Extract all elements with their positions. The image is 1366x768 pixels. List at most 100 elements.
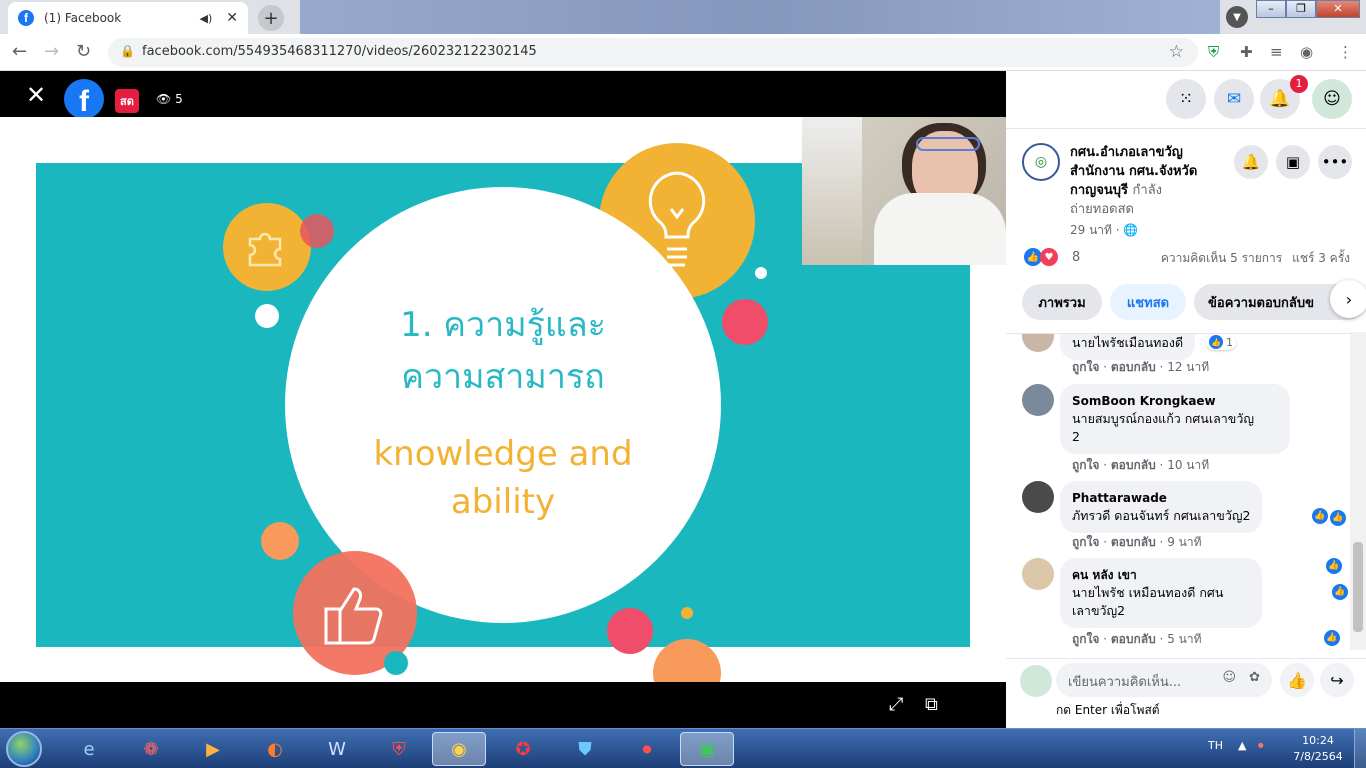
like-link[interactable]: ถูกใจ bbox=[1072, 535, 1099, 549]
tray-recorder-icon[interactable]: ⏺ bbox=[1258, 739, 1264, 753]
like-link[interactable]: ถูกใจ bbox=[1072, 632, 1099, 646]
comment-reaction[interactable]: 👍 1 bbox=[1206, 334, 1236, 350]
tray-expand-icon[interactable]: ▲ bbox=[1238, 739, 1246, 752]
picture-in-picture-icon[interactable]: ⧉ bbox=[925, 694, 938, 715]
shield-app-icon[interactable]: ⛨ bbox=[372, 732, 426, 766]
presenter-glasses bbox=[916, 137, 980, 151]
chrome-menu-icon[interactable]: ⋮ bbox=[1338, 43, 1353, 61]
account-avatar[interactable]: ☺ bbox=[1312, 79, 1352, 119]
close-video-icon[interactable]: ✕ bbox=[26, 81, 46, 109]
commenter-avatar[interactable] bbox=[1022, 558, 1054, 590]
chrome-profile-icon[interactable]: ▼ bbox=[1226, 6, 1248, 28]
shield-extension-icon[interactable]: ⛨ bbox=[1208, 43, 1219, 61]
browser-tab-facebook[interactable]: f (1) Facebook ◀) ✕ bbox=[8, 2, 248, 34]
start-button[interactable] bbox=[6, 731, 42, 767]
decor-dot bbox=[255, 304, 279, 328]
tab-close-icon[interactable]: ✕ bbox=[226, 10, 238, 26]
extensions-puzzle-icon[interactable]: ✚ bbox=[1240, 43, 1253, 61]
comments-count[interactable]: ความคิดเห็น 5 รายการ bbox=[1161, 251, 1282, 265]
messenger-icon[interactable]: ✉ bbox=[1214, 79, 1254, 119]
live-status: กำลัง bbox=[1132, 183, 1163, 198]
video-player[interactable]: ✕ f สด 👁 5 1. ความรู้และ ความสามารถ knowl… bbox=[0, 71, 1006, 728]
emoji-icon[interactable]: ☺ bbox=[1222, 670, 1236, 685]
new-tab-button[interactable]: + bbox=[258, 5, 284, 31]
word-icon[interactable]: W bbox=[310, 732, 364, 766]
tab-overview[interactable]: ภาพรวม bbox=[1022, 284, 1102, 320]
comment-placeholder: เขียนความคิดเห็น... bbox=[1068, 675, 1182, 690]
fb-top-nav: ⁙ ✉ 🔔 ☺ bbox=[1006, 71, 1366, 129]
floating-like-icon: 👍 bbox=[1312, 508, 1328, 524]
tab-live-chat[interactable]: แชทสด bbox=[1110, 284, 1186, 320]
game-app-icon[interactable]: ✪ bbox=[496, 732, 550, 766]
url-text: facebook.com/554935468311270/videos/2602… bbox=[142, 44, 537, 59]
commenter-avatar[interactable] bbox=[1022, 384, 1054, 416]
reply-link[interactable]: ตอบกลับ bbox=[1111, 632, 1156, 646]
internet-explorer-icon[interactable]: e bbox=[62, 732, 116, 766]
comment-input[interactable]: เขียนความคิดเห็น... ☺ ✿ bbox=[1056, 663, 1272, 697]
comment-composer: เขียนความคิดเห็น... ☺ ✿ กด Enter เพื่อโพ… bbox=[1006, 658, 1366, 728]
system-clock[interactable]: 10:24 7/8/2564 bbox=[1286, 733, 1350, 765]
menu-grid-icon[interactable]: ⁙ bbox=[1166, 79, 1206, 119]
commenter-name[interactable]: SomBoon Krongkaew bbox=[1072, 392, 1278, 410]
reactions-summary[interactable]: 👍 ♥ 8 bbox=[1024, 248, 1080, 266]
love-reaction-icon: ♥ bbox=[1040, 248, 1058, 266]
language-indicator[interactable]: TH bbox=[1208, 739, 1223, 752]
comments-scrollbar[interactable] bbox=[1350, 332, 1366, 650]
commenter-avatar[interactable] bbox=[1022, 334, 1054, 352]
maximize-button[interactable]: ❐ bbox=[1286, 0, 1316, 18]
reload-icon[interactable]: ↻ bbox=[76, 41, 91, 62]
firefox-icon[interactable]: ◐ bbox=[248, 732, 302, 766]
presenter-camera-overlay bbox=[802, 117, 1006, 265]
reply-link[interactable]: ตอบกลับ bbox=[1111, 458, 1156, 472]
media-player-icon[interactable]: ▶ bbox=[186, 732, 240, 766]
window-controls: – ❐ ✕ bbox=[1256, 0, 1360, 18]
post-stats: ความคิดเห็น 5 รายการ แชร์ 3 ครั้ง bbox=[1161, 249, 1350, 268]
post-time-value: 29 นาที · bbox=[1070, 223, 1120, 237]
tabs-next-chevron-icon[interactable]: › bbox=[1330, 280, 1366, 318]
screen-recorder-icon[interactable]: ⏺ bbox=[620, 732, 674, 766]
sticker-icon[interactable]: ✿ bbox=[1249, 670, 1260, 685]
scrollbar-thumb[interactable] bbox=[1353, 542, 1363, 632]
reply-link[interactable]: ตอบกลับ bbox=[1111, 535, 1156, 549]
follow-bell-icon[interactable]: 🔔 bbox=[1234, 145, 1268, 179]
floating-like-icon: 👍 bbox=[1326, 558, 1342, 574]
media-control-icon[interactable]: ≡ bbox=[1270, 43, 1283, 61]
chrome-icon[interactable]: ◉ bbox=[432, 732, 486, 766]
facebook-logo-icon[interactable]: f bbox=[64, 79, 104, 119]
more-options-icon[interactable]: ••• bbox=[1318, 145, 1352, 179]
reply-link[interactable]: ตอบกลับ bbox=[1111, 360, 1156, 374]
like-link[interactable]: ถูกใจ bbox=[1072, 458, 1099, 472]
like-link[interactable]: ถูกใจ bbox=[1072, 360, 1099, 374]
line-app-icon[interactable]: ▣ bbox=[680, 732, 734, 766]
show-desktop-button[interactable] bbox=[1354, 729, 1366, 768]
paw-app-icon[interactable]: ❁ bbox=[124, 732, 178, 766]
vpn-app-icon[interactable]: ⛊ bbox=[558, 732, 612, 766]
back-arrow-icon[interactable]: ← bbox=[12, 41, 27, 62]
comment-text: นายไพรัช เหมือนทองดี กศน bbox=[1072, 585, 1224, 600]
clock-date: 7/8/2564 bbox=[1293, 750, 1343, 763]
bookmark-star-icon[interactable]: ☆ bbox=[1169, 42, 1184, 62]
minimize-button[interactable]: – bbox=[1256, 0, 1286, 18]
profile-avatar-icon[interactable]: ◉ bbox=[1300, 43, 1313, 61]
globe-icon: 🌐 bbox=[1123, 223, 1139, 237]
fullscreen-icon[interactable]: ⤢ bbox=[889, 694, 903, 715]
live-badge: สด bbox=[115, 89, 139, 113]
forward-arrow-icon[interactable]: → bbox=[44, 41, 59, 62]
speaker-icon[interactable]: ◀) bbox=[200, 12, 213, 25]
comment-time: 5 นาที bbox=[1167, 632, 1202, 646]
shares-count[interactable]: แชร์ 3 ครั้ง bbox=[1292, 251, 1350, 265]
page-logo[interactable]: ◎ bbox=[1022, 143, 1060, 181]
send-like-icon[interactable]: 👍 bbox=[1280, 663, 1314, 697]
commenter-avatar[interactable] bbox=[1022, 481, 1054, 513]
commenter-name[interactable]: คน หลัง เขา bbox=[1072, 566, 1250, 584]
save-icon[interactable]: ▣ bbox=[1276, 145, 1310, 179]
window-close-button[interactable]: ✕ bbox=[1316, 0, 1360, 18]
commenter-name[interactable]: Phattarawade bbox=[1072, 489, 1250, 507]
lock-icon[interactable]: 🔒 bbox=[120, 44, 135, 58]
slide-thai-title: 1. ความรู้และ ความสามารถ bbox=[285, 299, 721, 403]
address-bar[interactable]: 🔒 facebook.com/554935468311270/videos/26… bbox=[108, 38, 1198, 67]
comment-actions: ถูกใจ · ตอบกลับ · 5 นาที bbox=[1072, 632, 1202, 646]
slide-line3: knowledge and bbox=[373, 434, 633, 474]
share-arrow-icon[interactable]: ↪ bbox=[1320, 663, 1354, 697]
page-name[interactable]: กศน.อำเภอเลาขวัญ สำนักงาน กศน.จังหวัด กา… bbox=[1070, 143, 1240, 219]
